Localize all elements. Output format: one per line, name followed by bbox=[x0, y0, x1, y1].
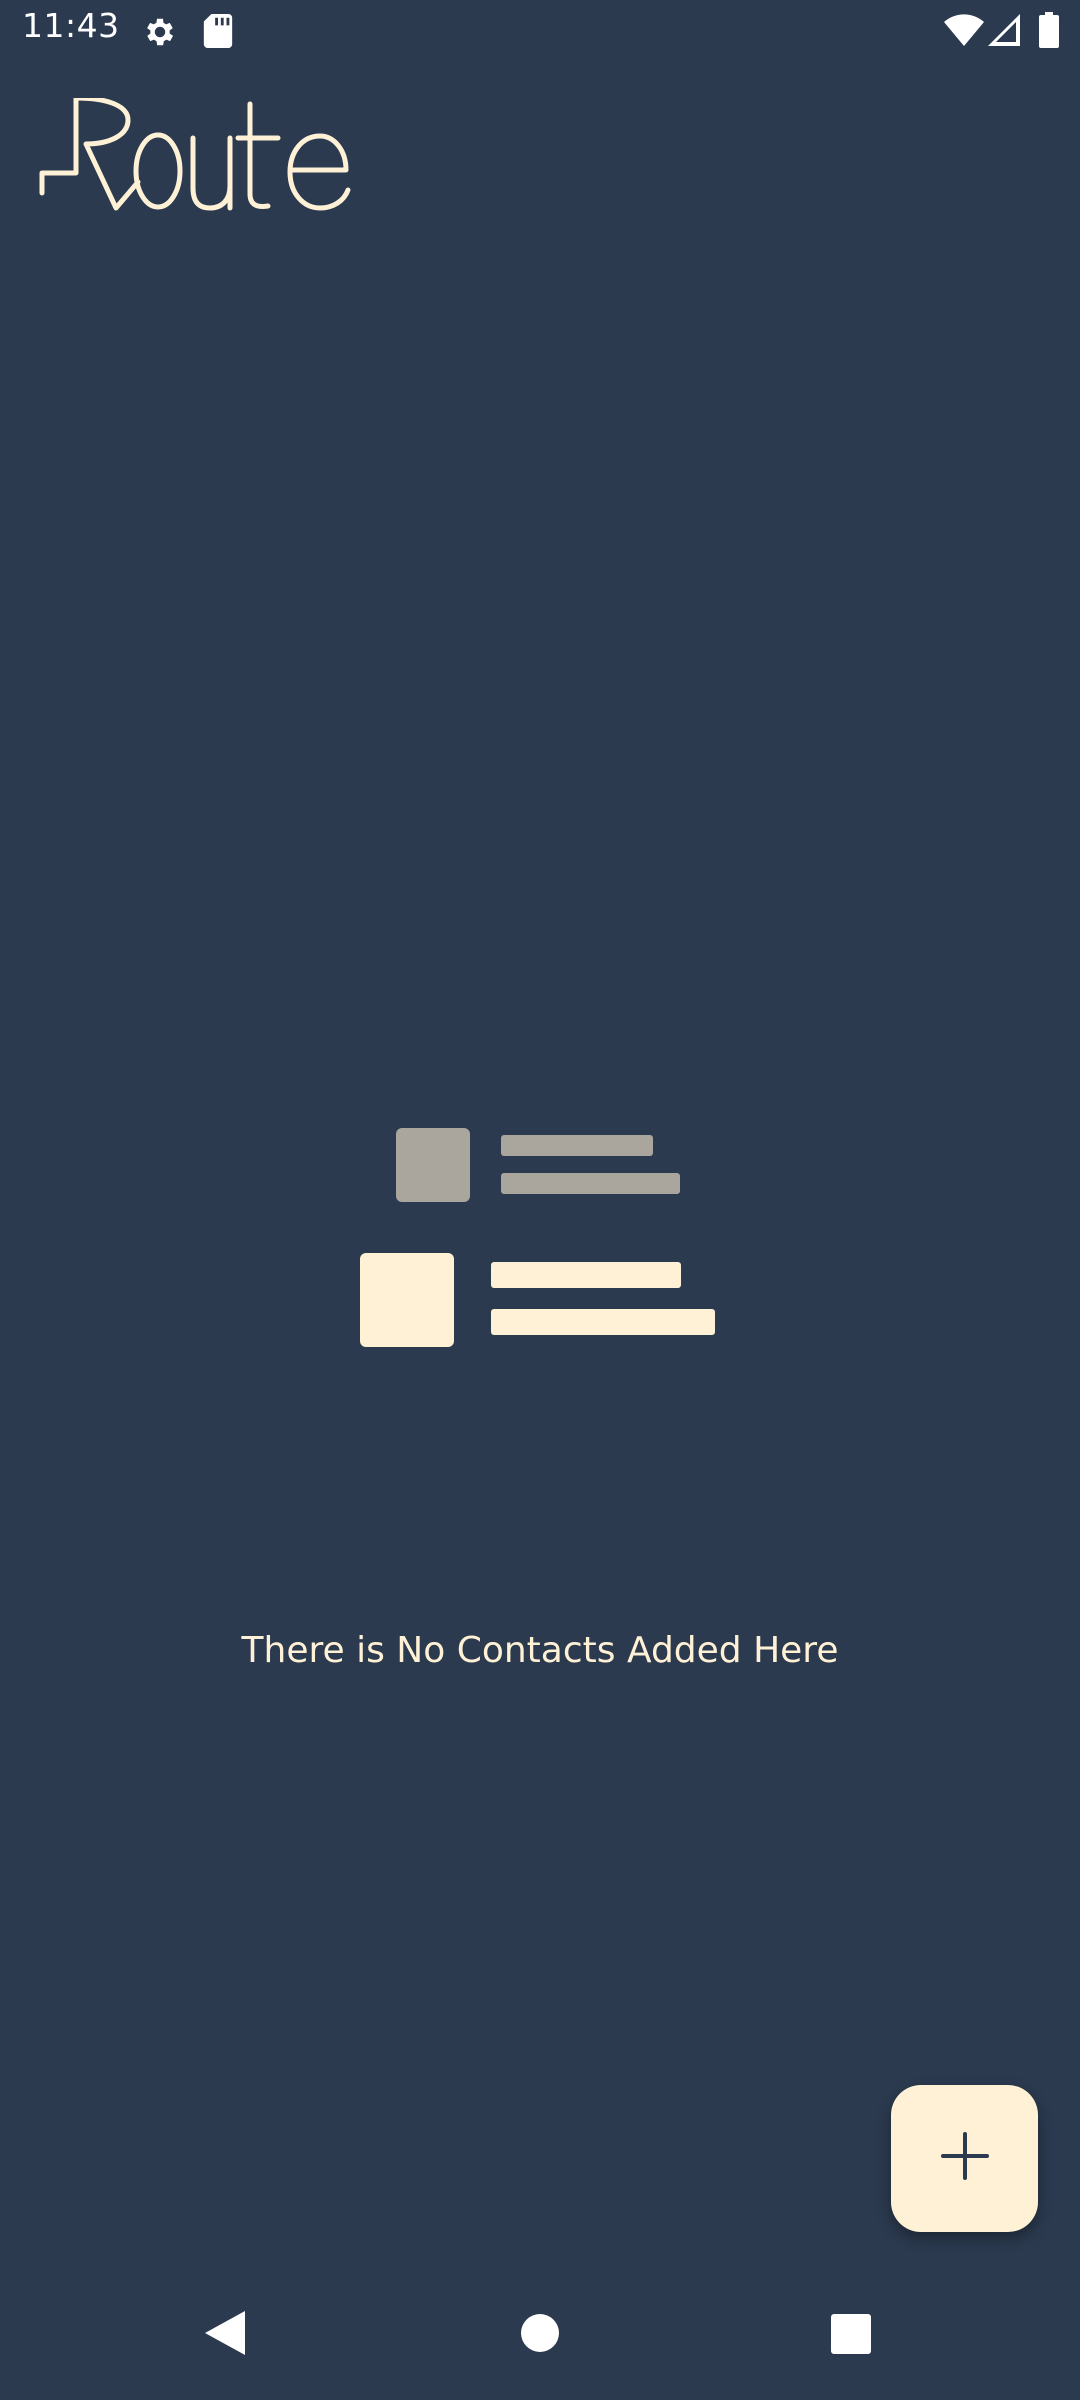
placeholder-line-muted bbox=[501, 1173, 680, 1194]
back-icon[interactable] bbox=[205, 2311, 245, 2360]
battery-icon bbox=[1039, 12, 1059, 53]
app-logo bbox=[38, 95, 368, 228]
navigation-bar bbox=[0, 2280, 1080, 2400]
plus-icon bbox=[940, 2131, 990, 2186]
placeholder-line-muted bbox=[501, 1135, 653, 1156]
recents-icon[interactable] bbox=[831, 2314, 871, 2359]
placeholder-avatar bbox=[360, 1253, 454, 1347]
wifi-icon bbox=[944, 14, 984, 51]
placeholder-line bbox=[491, 1262, 681, 1288]
empty-state-message: There is No Contacts Added Here bbox=[241, 1630, 839, 1671]
status-time: 11:43 bbox=[22, 6, 120, 45]
add-contact-button[interactable] bbox=[891, 2085, 1038, 2232]
settings-icon bbox=[142, 14, 178, 55]
home-icon[interactable] bbox=[520, 2313, 560, 2358]
placeholder-line bbox=[491, 1309, 715, 1335]
signal-icon bbox=[988, 14, 1020, 51]
empty-contacts-illustration bbox=[355, 1125, 725, 1350]
placeholder-avatar-muted bbox=[396, 1128, 470, 1202]
status-bar: 11:43 bbox=[0, 0, 1080, 63]
sd-card-icon bbox=[203, 14, 233, 53]
